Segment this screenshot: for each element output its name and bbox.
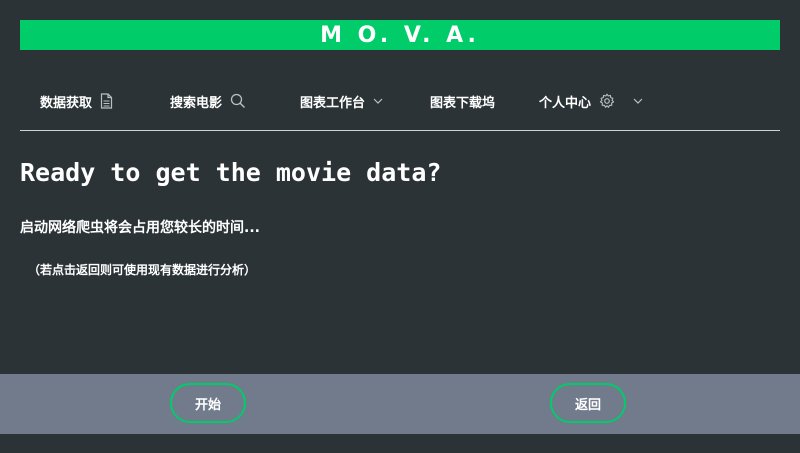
nav-item-data-fetch[interactable]: 数据获取 [40,72,113,130]
nav-item-personal-center[interactable]: 个人中心 [539,72,643,130]
page: M O. V. A. 数据获取 搜索电影 图表工作台 图表下载坞 个人中心 Re… [0,0,800,453]
brand-banner: M O. V. A. [20,20,780,50]
action-bar: 开始 返回 [0,374,800,434]
chevron-down-icon [633,98,643,104]
document-icon [100,93,113,109]
nav-item-label: 个人中心 [539,95,592,111]
start-button[interactable]: 开始 [170,383,246,423]
nav-item-label: 数据获取 [40,95,93,111]
nav-item-chart-workbench[interactable]: 图表工作台 [300,72,383,130]
main-nav: 数据获取 搜索电影 图表工作台 图表下载坞 个人中心 [20,72,780,131]
nav-item-label: 图表工作台 [300,95,366,111]
nav-item-label: 搜索电影 [170,95,223,111]
back-button[interactable]: 返回 [550,383,626,423]
search-icon [230,93,246,108]
brand-title: M O. V. A. [320,22,480,48]
subtitle: 启动网络爬虫将会占用您较长的时间... [20,220,260,236]
nav-item-label: 图表下载坞 [430,95,496,111]
gear-icon [599,93,615,108]
chevron-down-icon [373,98,383,104]
page-title: Ready to get the movie data? [20,158,442,187]
nav-item-search-movies[interactable]: 搜索电影 [170,72,246,130]
nav-item-chart-downloads[interactable]: 图表下载坞 [430,72,495,130]
hint-note: （若点击返回则可使用现有数据进行分析） [28,263,257,277]
